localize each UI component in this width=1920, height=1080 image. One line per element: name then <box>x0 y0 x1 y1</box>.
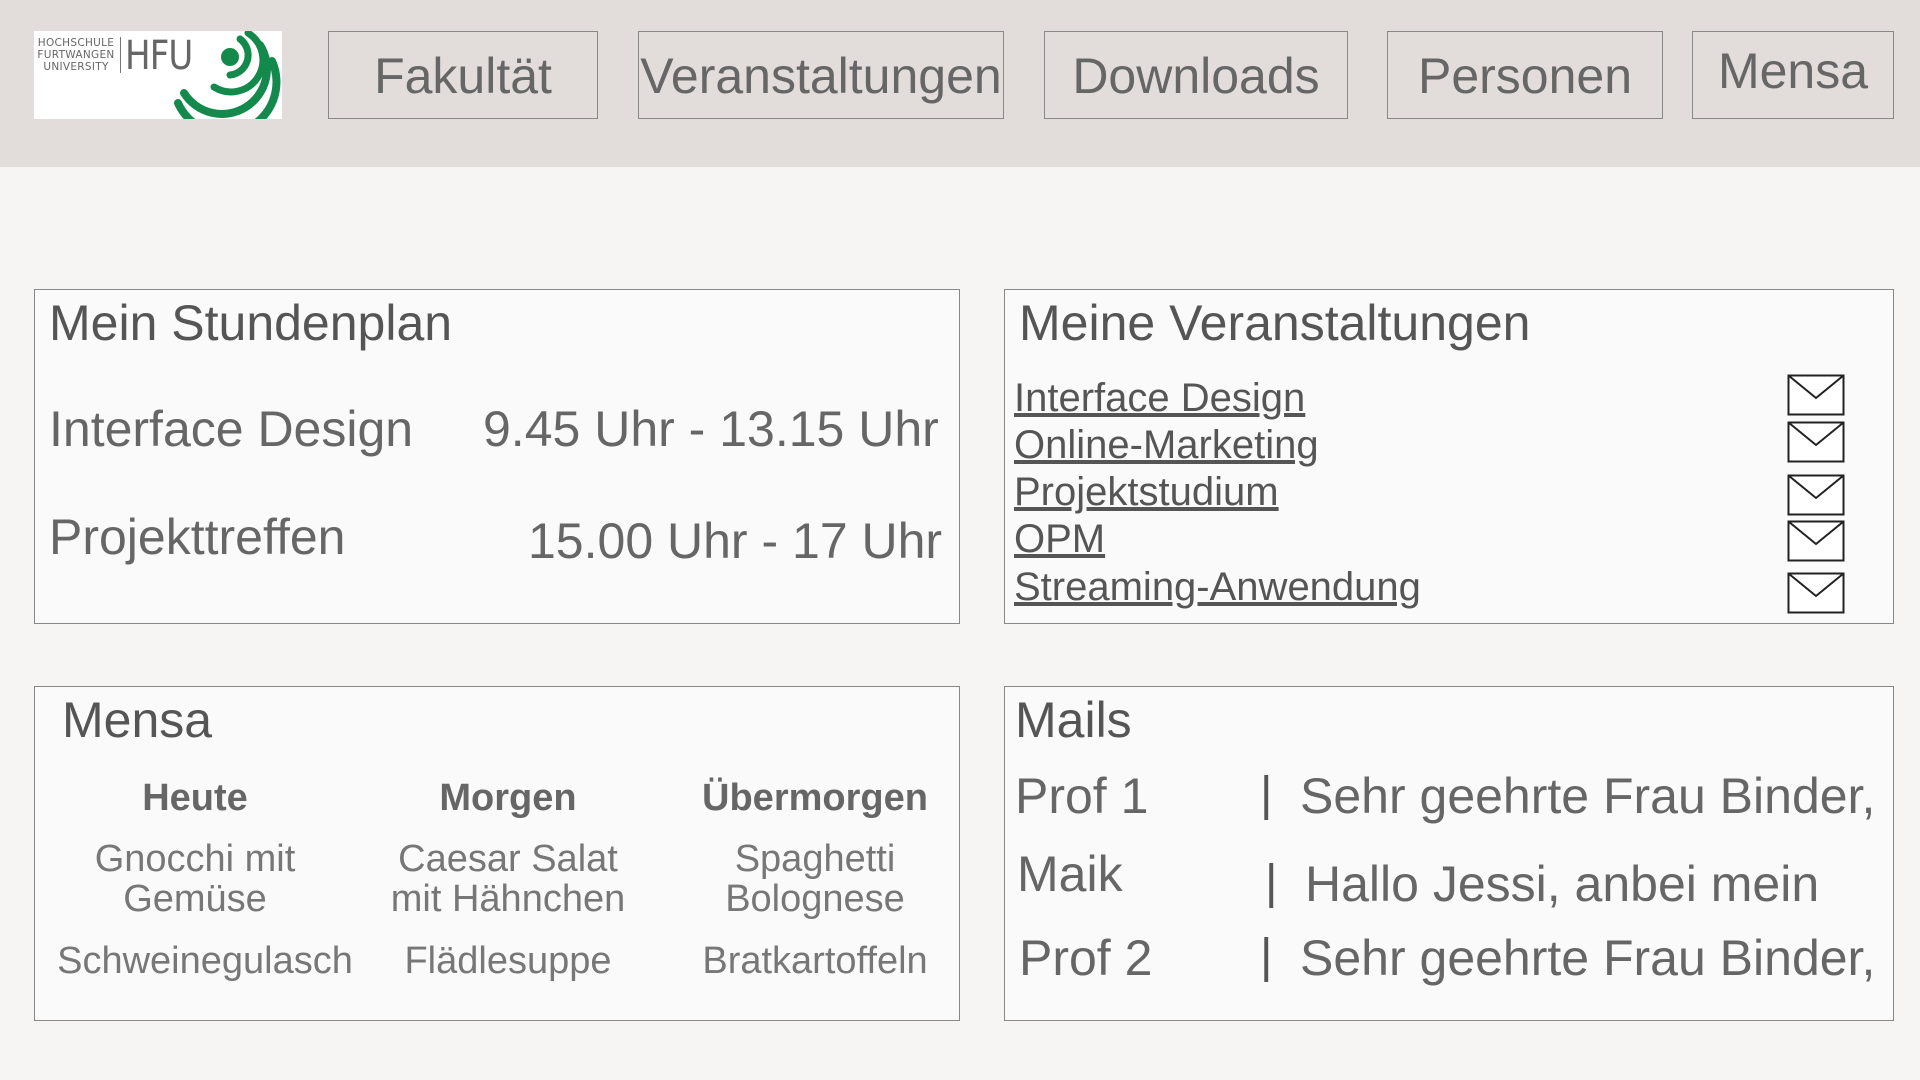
course-link[interactable]: Interface Design <box>1014 376 1305 421</box>
mensa-meal: Flädlesuppe <box>404 940 612 982</box>
mensa-title: Mensa <box>62 692 213 748</box>
mail-icon[interactable] <box>1787 421 1845 463</box>
mensa-panel: Mensa Heute Morgen Übermorgen Gnocchi mi… <box>34 686 960 1021</box>
mensa-meal: Gnocchi mit Gemüse <box>94 838 296 920</box>
mensa-meal: Bratkartoffeln <box>702 940 928 982</box>
course-link[interactable]: Streaming-Anwendung <box>1014 565 1421 610</box>
mensa-meal: Caesar Salat mit Hähnchen <box>390 838 626 920</box>
courses-panel: Meine Veranstaltungen Interface Design O… <box>1004 289 1894 624</box>
mail-sender[interactable]: Prof 2 <box>1019 929 1152 987</box>
mail-icon[interactable] <box>1787 374 1845 416</box>
course-link[interactable]: OPM <box>1014 517 1105 562</box>
mails-panel: Mails Prof 1 | Sehr geehrte Frau Binder,… <box>1004 686 1894 1021</box>
mensa-meal: Spaghetti Bolognese <box>725 838 905 920</box>
mail-icon[interactable] <box>1787 520 1845 562</box>
schedule-item-name: Interface Design <box>49 401 414 457</box>
mensa-day-header: Übermorgen <box>702 777 928 819</box>
nav-downloads-button[interactable]: Downloads <box>1044 31 1348 119</box>
mail-preview[interactable]: Hallo Jessi, anbei mein <box>1305 855 1819 913</box>
mensa-day-header: Heute <box>142 777 248 819</box>
top-navigation-bar: HOCHSCHULE FURTWANGEN UNIVERSITY HFU Fak… <box>0 0 1920 167</box>
mensa-meal: Schweinegulasch <box>57 940 353 982</box>
schedule-title: Mein Stundenplan <box>49 295 453 351</box>
mail-sender[interactable]: Prof 1 <box>1015 767 1148 825</box>
mail-sender[interactable]: Maik <box>1017 845 1123 903</box>
mail-preview[interactable]: Sehr geehrte Frau Binder, <box>1300 929 1875 987</box>
schedule-item-time: 9.45 Uhr - 13.15 Uhr <box>483 401 939 457</box>
mail-separator: | <box>1260 768 1273 821</box>
nav-veranstaltungen-button[interactable]: Veranstaltungen <box>638 31 1004 119</box>
course-link[interactable]: Projektstudium <box>1014 470 1279 515</box>
schedule-item-name: Projekttreffen <box>49 509 346 565</box>
logo-arcs-icon <box>174 31 281 119</box>
nav-mensa-button[interactable]: Mensa <box>1692 31 1894 119</box>
mail-separator: | <box>1265 856 1278 909</box>
mail-preview[interactable]: Sehr geehrte Frau Binder, <box>1300 767 1875 825</box>
mail-icon[interactable] <box>1787 572 1845 614</box>
schedule-item-time: 15.00 Uhr - 17 Uhr <box>528 513 943 569</box>
mensa-day-header: Morgen <box>439 777 577 819</box>
courses-title: Meine Veranstaltungen <box>1019 295 1531 351</box>
mails-title: Mails <box>1015 692 1132 748</box>
schedule-panel: Mein Stundenplan Interface Design 9.45 U… <box>34 289 960 624</box>
course-link[interactable]: Online-Marketing <box>1014 423 1319 468</box>
mail-icon[interactable] <box>1787 474 1845 516</box>
nav-fakultaet-button[interactable]: Fakultät <box>328 31 598 119</box>
mail-separator: | <box>1260 930 1273 983</box>
hfu-logo[interactable]: HOCHSCHULE FURTWANGEN UNIVERSITY HFU <box>34 31 282 119</box>
nav-personen-button[interactable]: Personen <box>1387 31 1663 119</box>
